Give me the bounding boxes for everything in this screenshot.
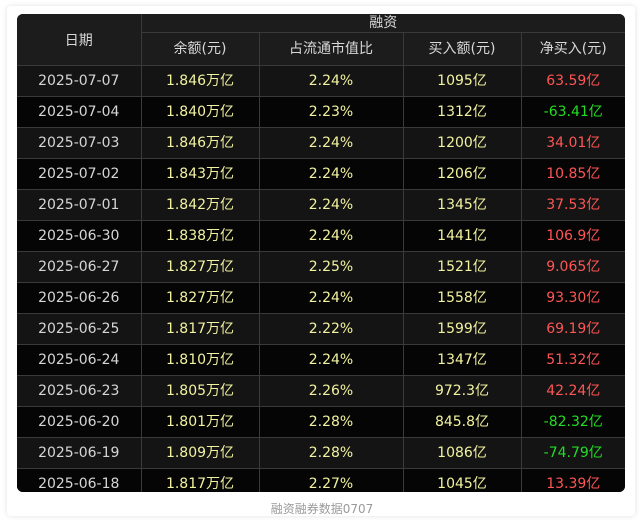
- margin-financing-table: 日期 融资 余额(元) 占流通市值比 买入额(元) 净买入(元) 2025-07…: [17, 14, 625, 492]
- date-cell: 2025-06-18: [17, 468, 142, 492]
- balance-cell: 1.842万亿: [141, 189, 260, 221]
- net-buy-cell: 51.32亿: [521, 344, 625, 376]
- table-row: 2025-06-24 1.810万亿 2.24% 1347亿 51.32亿: [17, 344, 625, 376]
- net-buy-cell: -74.79亿: [521, 437, 625, 469]
- balance-cell: 1.809万亿: [141, 437, 260, 469]
- buy-amount-cell: 972.3亿: [403, 375, 522, 407]
- net-buy-cell: 9.065亿: [521, 251, 625, 283]
- date-cell: 2025-07-04: [17, 96, 142, 128]
- ratio-cell: 2.24%: [259, 127, 404, 159]
- buy-amount-cell: 1045亿: [403, 468, 522, 492]
- table-row: 2025-07-07 1.846万亿 2.24% 1095亿 63.59亿: [17, 65, 625, 97]
- ratio-cell: 2.24%: [259, 65, 404, 97]
- net-buy-cell: -82.32亿: [521, 406, 625, 438]
- balance-cell: 1.805万亿: [141, 375, 260, 407]
- table-row: 2025-07-02 1.843万亿 2.24% 1206亿 10.85亿: [17, 158, 625, 190]
- table-row: 2025-07-03 1.846万亿 2.24% 1200亿 34.01亿: [17, 127, 625, 159]
- image-caption: 融资融券数据0707: [270, 502, 374, 516]
- balance-cell: 1.817万亿: [141, 313, 260, 345]
- ratio-column-header: 占流通市值比: [259, 32, 404, 66]
- balance-cell: 1.827万亿: [141, 282, 260, 314]
- table-row: 2025-06-20 1.801万亿 2.28% 845.8亿 -82.32亿: [17, 406, 625, 438]
- buy-amount-cell: 1345亿: [403, 189, 522, 221]
- table-row: 2025-06-23 1.805万亿 2.26% 972.3亿 42.24亿: [17, 375, 625, 407]
- buy-amount-cell: 845.8亿: [403, 406, 522, 438]
- balance-cell: 1.838万亿: [141, 220, 260, 252]
- table-row: 2025-07-01 1.842万亿 2.24% 1345亿 37.53亿: [17, 189, 625, 221]
- date-cell: 2025-06-25: [17, 313, 142, 345]
- ratio-cell: 2.26%: [259, 375, 404, 407]
- buy-amount-cell: 1095亿: [403, 65, 522, 97]
- balance-cell: 1.827万亿: [141, 251, 260, 283]
- net-buy-cell: 10.85亿: [521, 158, 625, 190]
- ratio-cell: 2.25%: [259, 251, 404, 283]
- net-buy-cell: 93.30亿: [521, 282, 625, 314]
- buy-column-header: 买入额(元): [403, 32, 522, 66]
- table-row: 2025-07-04 1.840万亿 2.23% 1312亿 -63.41亿: [17, 96, 625, 128]
- table-row: 2025-06-26 1.827万亿 2.24% 1558亿 93.30亿: [17, 282, 625, 314]
- ratio-cell: 2.28%: [259, 406, 404, 438]
- net-buy-cell: 34.01亿: [521, 127, 625, 159]
- date-cell: 2025-06-27: [17, 251, 142, 283]
- net-buy-cell: 42.24亿: [521, 375, 625, 407]
- date-cell: 2025-07-02: [17, 158, 142, 190]
- date-cell: 2025-06-24: [17, 344, 142, 376]
- balance-cell: 1.843万亿: [141, 158, 260, 190]
- table-row: 2025-06-18 1.817万亿 2.27% 1045亿 13.39亿: [17, 468, 625, 492]
- net-buy-cell: -63.41亿: [521, 96, 625, 128]
- date-cell: 2025-07-03: [17, 127, 142, 159]
- net-buy-cell: 13.39亿: [521, 468, 625, 492]
- data-table: 日期 融资 余额(元) 占流通市值比 买入额(元) 净买入(元) 2025-07…: [17, 14, 625, 492]
- date-column-header: 日期: [17, 14, 142, 66]
- balance-cell: 1.846万亿: [141, 127, 260, 159]
- ratio-cell: 2.24%: [259, 282, 404, 314]
- balance-cell: 1.817万亿: [141, 468, 260, 492]
- table-row: 2025-06-19 1.809万亿 2.28% 1086亿 -74.79亿: [17, 437, 625, 469]
- ratio-cell: 2.22%: [259, 313, 404, 345]
- buy-amount-cell: 1521亿: [403, 251, 522, 283]
- buy-amount-cell: 1599亿: [403, 313, 522, 345]
- ratio-cell: 2.28%: [259, 437, 404, 469]
- balance-column-header: 余额(元): [141, 32, 260, 66]
- ratio-cell: 2.27%: [259, 468, 404, 492]
- date-cell: 2025-07-07: [17, 65, 142, 97]
- buy-amount-cell: 1206亿: [403, 158, 522, 190]
- net-buy-cell: 106.9亿: [521, 220, 625, 252]
- date-cell: 2025-06-19: [17, 437, 142, 469]
- table-row: 2025-06-27 1.827万亿 2.25% 1521亿 9.065亿: [17, 251, 625, 283]
- balance-cell: 1.801万亿: [141, 406, 260, 438]
- buy-amount-cell: 1441亿: [403, 220, 522, 252]
- net-buy-cell: 69.19亿: [521, 313, 625, 345]
- date-cell: 2025-06-26: [17, 282, 142, 314]
- net-buy-column-header: 净买入(元): [521, 32, 625, 66]
- ratio-cell: 2.24%: [259, 158, 404, 190]
- ratio-cell: 2.24%: [259, 344, 404, 376]
- balance-cell: 1.810万亿: [141, 344, 260, 376]
- buy-amount-cell: 1347亿: [403, 344, 522, 376]
- balance-cell: 1.846万亿: [141, 65, 260, 97]
- buy-amount-cell: 1086亿: [403, 437, 522, 469]
- table-row: 2025-06-30 1.838万亿 2.24% 1441亿 106.9亿: [17, 220, 625, 252]
- buy-amount-cell: 1558亿: [403, 282, 522, 314]
- buy-amount-cell: 1200亿: [403, 127, 522, 159]
- buy-amount-cell: 1312亿: [403, 96, 522, 128]
- table-row: 2025-06-25 1.817万亿 2.22% 1599亿 69.19亿: [17, 313, 625, 345]
- net-buy-cell: 37.53亿: [521, 189, 625, 221]
- date-cell: 2025-06-30: [17, 220, 142, 252]
- date-cell: 2025-06-23: [17, 375, 142, 407]
- screenshot-frame: 日期 融资 余额(元) 占流通市值比 买入额(元) 净买入(元) 2025-07…: [0, 0, 644, 531]
- financing-group-header: 融资: [141, 14, 625, 33]
- net-buy-cell: 63.59亿: [521, 65, 625, 97]
- date-cell: 2025-07-01: [17, 189, 142, 221]
- ratio-cell: 2.23%: [259, 96, 404, 128]
- ratio-cell: 2.24%: [259, 220, 404, 252]
- ratio-cell: 2.24%: [259, 189, 404, 221]
- date-cell: 2025-06-20: [17, 406, 142, 438]
- balance-cell: 1.840万亿: [141, 96, 260, 128]
